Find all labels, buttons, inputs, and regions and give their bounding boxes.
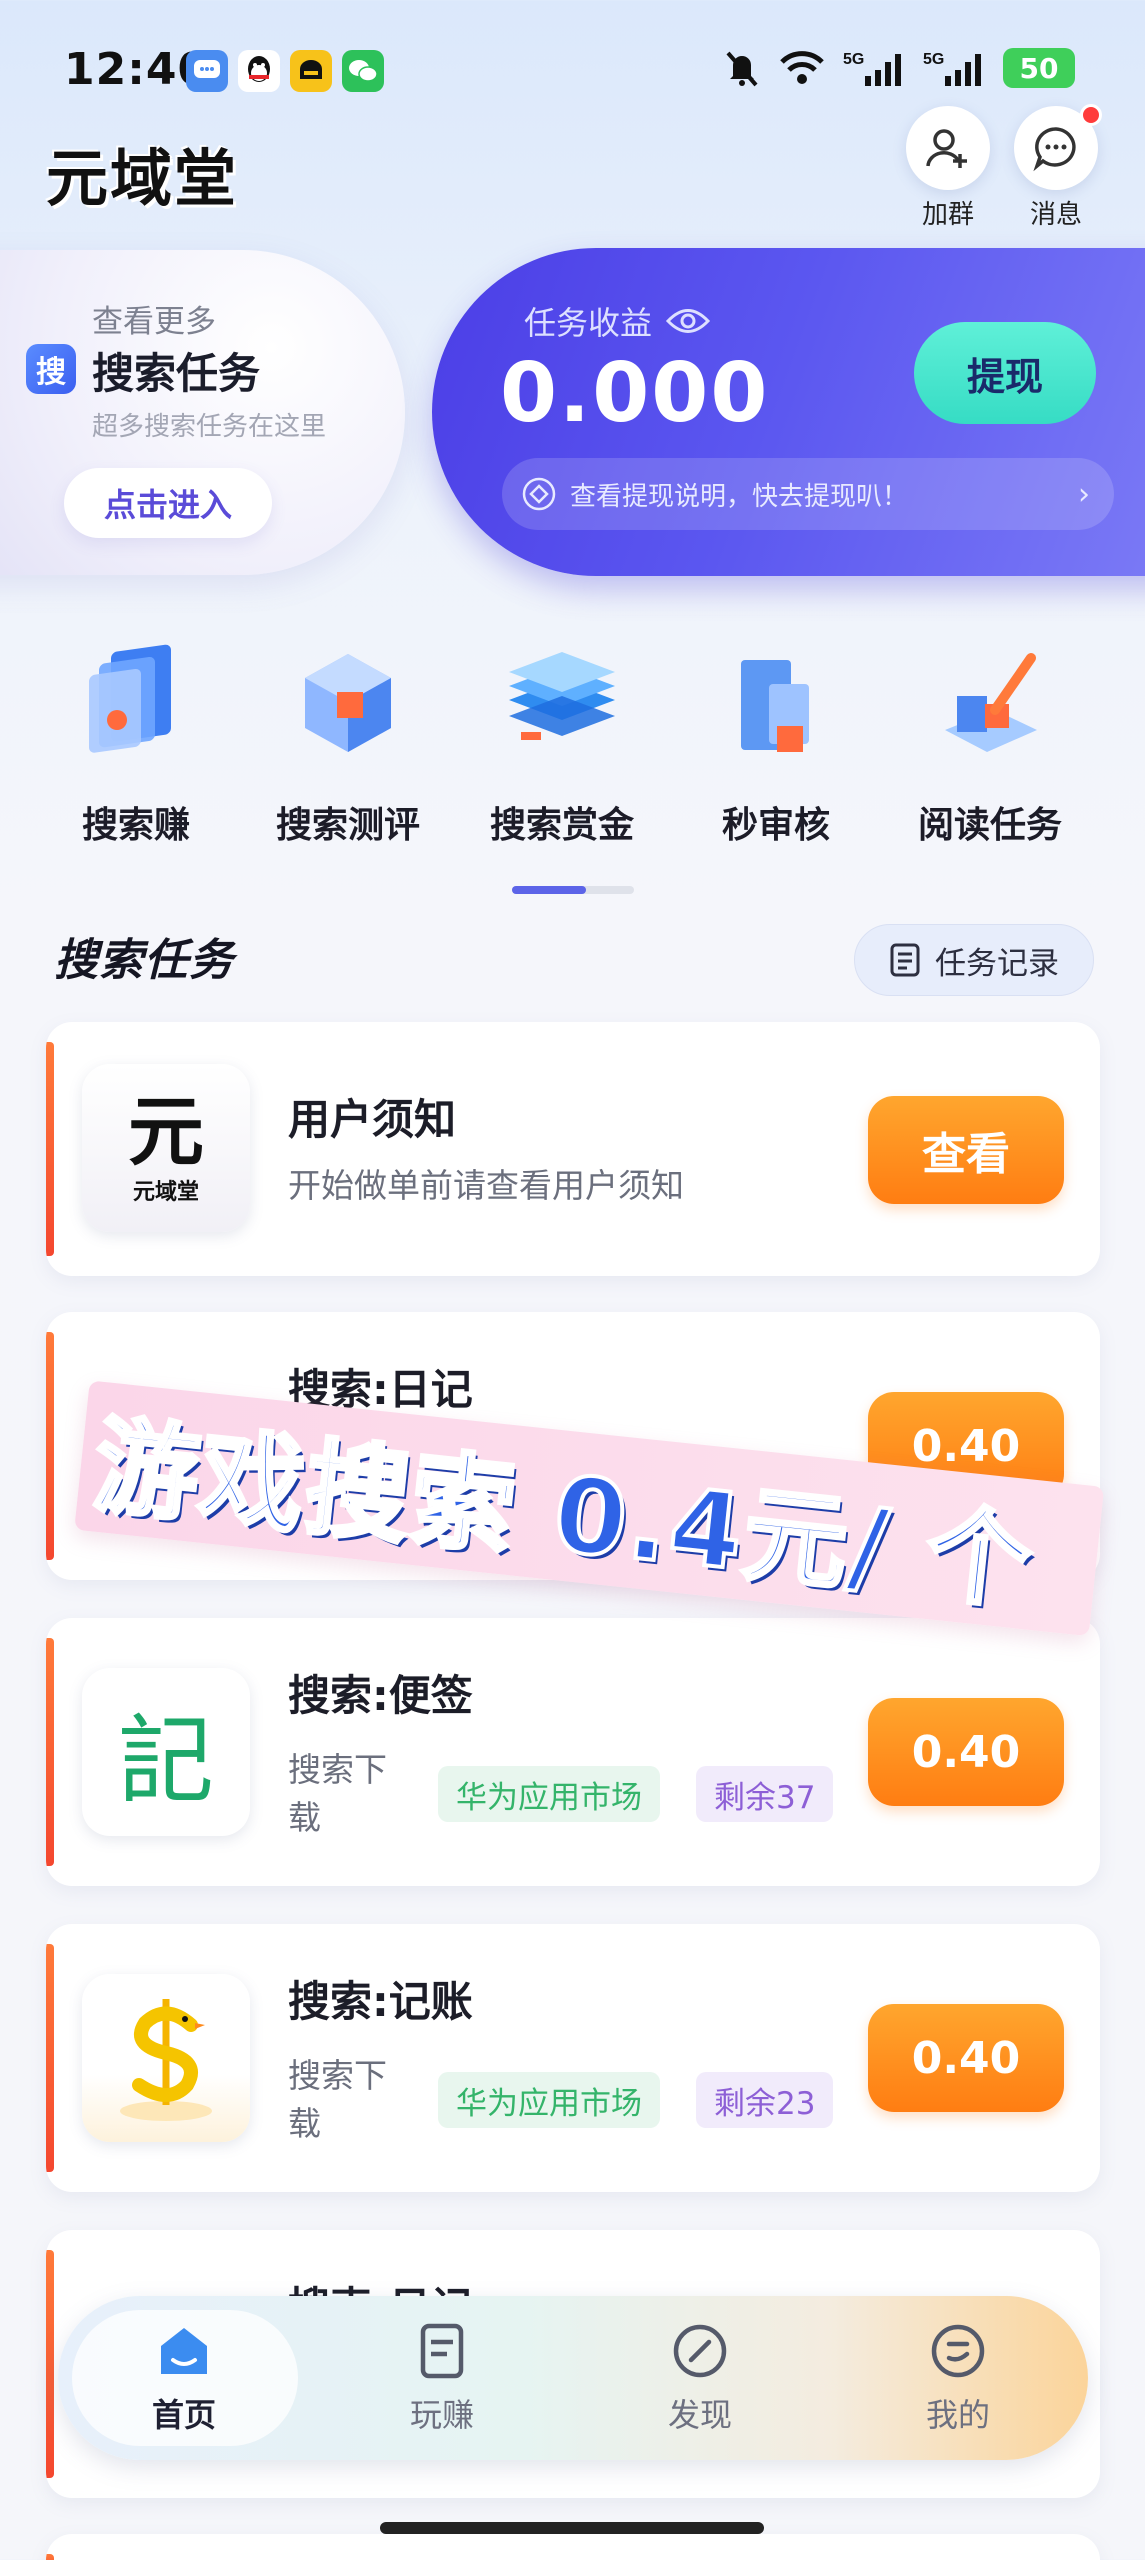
task-card-notes[interactable]: 記 搜索:便签 搜索下载 华为应用市场 剩余37 0.40 [46, 1618, 1100, 1886]
battery-indicator: 50 [1003, 48, 1075, 88]
signal-5g-icon: 5G [843, 51, 901, 86]
task-card-bookkeeping[interactable]: 搜索:记账 搜索下载 华为应用市场 剩余23 0.40 [46, 1924, 1100, 2192]
signal-5g-icon-2: 5G [923, 51, 981, 86]
withdraw-button[interactable]: 提现 [914, 322, 1096, 424]
home-indicator [380, 2522, 764, 2534]
withdraw-instructions-link[interactable]: 查看提现说明，快去提现叭！ › [502, 458, 1114, 530]
category-label: 搜索赏金 [489, 805, 634, 846]
profile-face-icon [931, 2324, 985, 2378]
task-description: 搜索下载 [288, 1750, 387, 1837]
remaining-tag: 剩余37 [696, 1766, 834, 1822]
building-blocks-icon [741, 660, 809, 752]
nav-play-earn[interactable]: 玩赚 [362, 2320, 522, 2436]
view-button[interactable]: 查看 [868, 1096, 1064, 1204]
nav-discover[interactable]: 发现 [620, 2320, 780, 2436]
yuanyutang-app-icon: 元 元域堂 [82, 1064, 250, 1232]
diamond-icon [522, 477, 556, 511]
promo-subtitle: 超多搜索任务在这里 [92, 412, 327, 442]
list-doc-icon [890, 943, 920, 977]
system-status-icons: 5G 5G 50 [723, 48, 1075, 88]
app-logo: 元域堂 [46, 142, 239, 215]
promo-more-text: 查看更多 [92, 304, 216, 340]
category-label: 搜索测评 [275, 805, 420, 846]
earnings-value: 0.000 [500, 346, 770, 441]
notes-app-icon: 記 [82, 1668, 250, 1836]
enter-button[interactable]: 点击进入 [64, 468, 272, 538]
task-card-next [46, 2534, 1100, 2560]
task-description: 开始做单前请查看用户须知 [288, 1166, 684, 1205]
task-record-label: 任务记录 [935, 945, 1059, 982]
message-app-icon [186, 50, 228, 92]
layers-card-icon [89, 644, 171, 753]
task-title: 用户须知 [288, 1095, 457, 1144]
category-quick-review[interactable]: 秒审核 [676, 640, 876, 848]
nav-label: 发现 [667, 2396, 732, 2434]
add-user-icon [926, 129, 967, 168]
task-title: 搜索:记账 [288, 1977, 473, 2026]
nav-home[interactable]: 首页 [104, 2320, 264, 2436]
nav-label: 我的 [925, 2396, 990, 2434]
category-scroll-indicator [512, 886, 634, 894]
earnings-label-row: 任务收益 [524, 298, 711, 344]
dollar-duck-icon [120, 1999, 212, 2121]
chat-bubble-icon [1033, 127, 1076, 172]
category-label: 秒审核 [721, 805, 830, 846]
category-label: 搜索赚 [81, 805, 190, 846]
nav-label: 首页 [151, 2396, 216, 2434]
task-title: 搜索:便签 [288, 1671, 473, 1720]
app-notification-icon [290, 50, 332, 92]
svg-text:5G: 5G [923, 51, 944, 68]
nav-label: 玩赚 [409, 2396, 474, 2434]
document-icon [420, 2323, 464, 2379]
task-record-button[interactable]: 任务记录 [854, 924, 1094, 996]
store-tag: 华为应用市场 [438, 1766, 660, 1822]
messages-label: 消息 [1029, 200, 1082, 230]
category-search-bounty[interactable]: 搜索赏金 [462, 640, 662, 848]
unread-dot [1080, 104, 1102, 126]
remaining-tag: 剩余23 [696, 2072, 834, 2128]
mute-icon [726, 51, 758, 87]
wifi-icon [780, 51, 824, 84]
home-icon [161, 2328, 207, 2374]
wechat-icon [342, 50, 384, 92]
stacked-layers-icon [509, 652, 615, 740]
task-description: 搜索下载 [288, 2056, 387, 2143]
category-reading-task[interactable]: 阅读任务 [890, 640, 1090, 848]
messages-button[interactable] [1014, 104, 1102, 190]
search-badge-icon: 搜 [26, 344, 76, 394]
store-tag: 华为应用市场 [438, 2072, 660, 2128]
nav-profile[interactable]: 我的 [878, 2320, 1038, 2436]
bookkeeping-app-icon [82, 1974, 250, 2142]
task-card-user-notice[interactable]: 元 元域堂 用户须知 开始做单前请查看用户须知 查看 [46, 1022, 1100, 1276]
earnings-label: 任务收益 [524, 304, 653, 342]
section-title: 搜索任务 [54, 935, 234, 986]
pen-blocks-icon [945, 653, 1037, 752]
compass-icon [673, 2324, 727, 2378]
promo-title: 搜索任务 [92, 349, 261, 398]
eye-icon[interactable] [666, 306, 711, 336]
reward-button[interactable]: 0.40 [868, 2004, 1064, 2112]
join-group-label: 加群 [921, 200, 974, 230]
chevron-right-icon: › [1078, 476, 1090, 512]
category-search-earn[interactable]: 搜索赚 [36, 640, 236, 848]
reward-button[interactable]: 0.40 [868, 1698, 1064, 1806]
svg-text:5G: 5G [843, 51, 864, 68]
category-search-review[interactable]: 搜索测评 [248, 640, 448, 848]
cube-icon [305, 654, 391, 752]
withdraw-note-text: 查看提现说明，快去提现叭！ [570, 481, 909, 512]
qq-icon [238, 50, 280, 92]
category-label: 阅读任务 [917, 805, 1062, 846]
join-group-button[interactable] [906, 106, 990, 190]
